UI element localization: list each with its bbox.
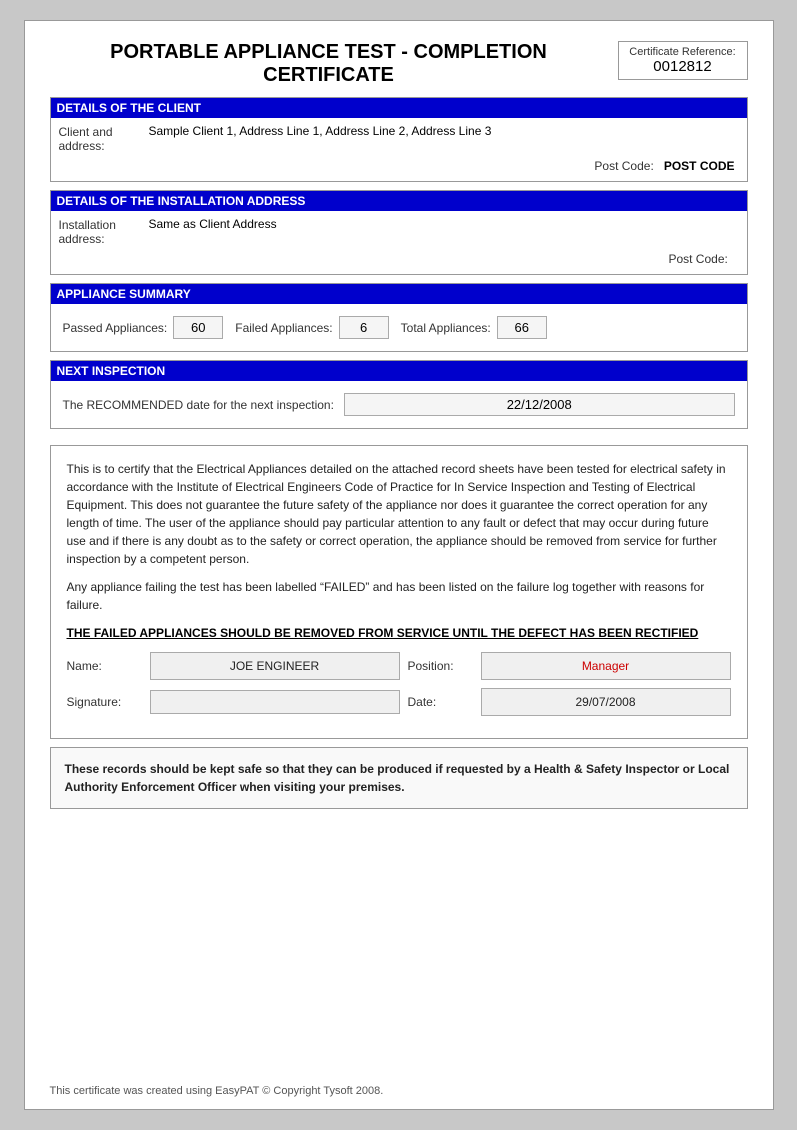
failed-item: Failed Appliances: 6: [235, 316, 388, 339]
client-postcode-label: Post Code:: [594, 159, 653, 173]
client-postcode-row: Post Code: POST CODE: [59, 157, 739, 175]
summary-row: Passed Appliances: 60 Failed Appliances:…: [59, 310, 739, 345]
date-label: Date:: [408, 693, 473, 711]
inspection-row: The RECOMMENDED date for the next inspec…: [59, 387, 739, 422]
cert-ref-label: Certificate Reference:: [627, 46, 739, 58]
installation-section: DETAILS OF THE INSTALLATION ADDRESS Inst…: [50, 190, 748, 275]
client-section-header: DETAILS OF THE CLIENT: [51, 98, 747, 118]
client-section-body: Client and address: Sample Client 1, Add…: [51, 118, 747, 181]
client-address-value: Sample Client 1, Address Line 1, Address…: [149, 124, 739, 138]
inspection-label: The RECOMMENDED date for the next inspec…: [63, 398, 334, 412]
failed-label: Failed Appliances:: [235, 321, 332, 335]
name-row: Name: JOE ENGINEER Position: Manager: [67, 652, 731, 680]
client-address-label: Client and address:: [59, 124, 149, 153]
inspection-section-body: The RECOMMENDED date for the next inspec…: [51, 381, 747, 428]
installation-address-label: Installation address:: [59, 217, 149, 246]
footer-text: This certificate was created using EasyP…: [50, 1085, 384, 1097]
signature-row: Signature: Date: 29/07/2008: [67, 688, 731, 716]
position-label: Position:: [408, 657, 473, 675]
inspection-date-value: 22/12/2008: [344, 393, 735, 416]
total-item: Total Appliances: 66: [401, 316, 547, 339]
name-label: Name:: [67, 657, 142, 675]
date-value: 29/07/2008: [481, 688, 731, 716]
cert-ref-number: 0012812: [627, 58, 739, 75]
main-title: PORTABLE APPLIANCE TEST - COMPLETION CER…: [50, 41, 618, 87]
inspection-section: NEXT INSPECTION The RECOMMENDED date for…: [50, 360, 748, 429]
installation-postcode-label: Post Code:: [668, 252, 727, 266]
page-container: PORTABLE APPLIANCE TEST - COMPLETION CER…: [24, 20, 774, 1110]
total-label: Total Appliances:: [401, 321, 491, 335]
name-value: JOE ENGINEER: [150, 652, 400, 680]
appliance-section-header: APPLIANCE SUMMARY: [51, 284, 747, 304]
passed-item: Passed Appliances: 60: [63, 316, 224, 339]
cert-ref-box: Certificate Reference: 0012812: [618, 41, 748, 80]
installation-section-body: Installation address: Same as Client Add…: [51, 211, 747, 274]
passed-value: 60: [173, 316, 223, 339]
passed-label: Passed Appliances:: [63, 321, 168, 335]
client-address-row: Client and address: Sample Client 1, Add…: [59, 124, 739, 153]
bottom-note-text: These records should be kept safe so tha…: [65, 760, 733, 796]
cert-paragraph2: Any appliance failing the test has been …: [67, 578, 731, 614]
cert-paragraph1: This is to certify that the Electrical A…: [67, 460, 731, 568]
client-postcode-value: POST CODE: [664, 159, 735, 173]
appliance-section: APPLIANCE SUMMARY Passed Appliances: 60 …: [50, 283, 748, 352]
inspection-section-header: NEXT INSPECTION: [51, 361, 747, 381]
position-value: Manager: [481, 652, 731, 680]
signature-value: [150, 690, 400, 714]
title-line1: PORTABLE APPLIANCE TEST - COMPLETION: [110, 41, 547, 63]
title-line2: CERTIFICATE: [263, 64, 394, 86]
bottom-note: These records should be kept safe so tha…: [50, 747, 748, 809]
header-area: PORTABLE APPLIANCE TEST - COMPLETION CER…: [50, 41, 748, 87]
installation-address-value: Same as Client Address: [149, 217, 739, 231]
appliance-section-body: Passed Appliances: 60 Failed Appliances:…: [51, 304, 747, 351]
failed-value: 6: [339, 316, 389, 339]
cert-text-section: This is to certify that the Electrical A…: [50, 445, 748, 739]
client-section: DETAILS OF THE CLIENT Client and address…: [50, 97, 748, 182]
cert-warning: THE FAILED APPLIANCES SHOULD BE REMOVED …: [67, 624, 731, 642]
installation-section-header: DETAILS OF THE INSTALLATION ADDRESS: [51, 191, 747, 211]
installation-address-row: Installation address: Same as Client Add…: [59, 217, 739, 246]
signature-label: Signature:: [67, 693, 142, 711]
installation-postcode-row: Post Code:: [59, 250, 739, 268]
total-value: 66: [497, 316, 547, 339]
